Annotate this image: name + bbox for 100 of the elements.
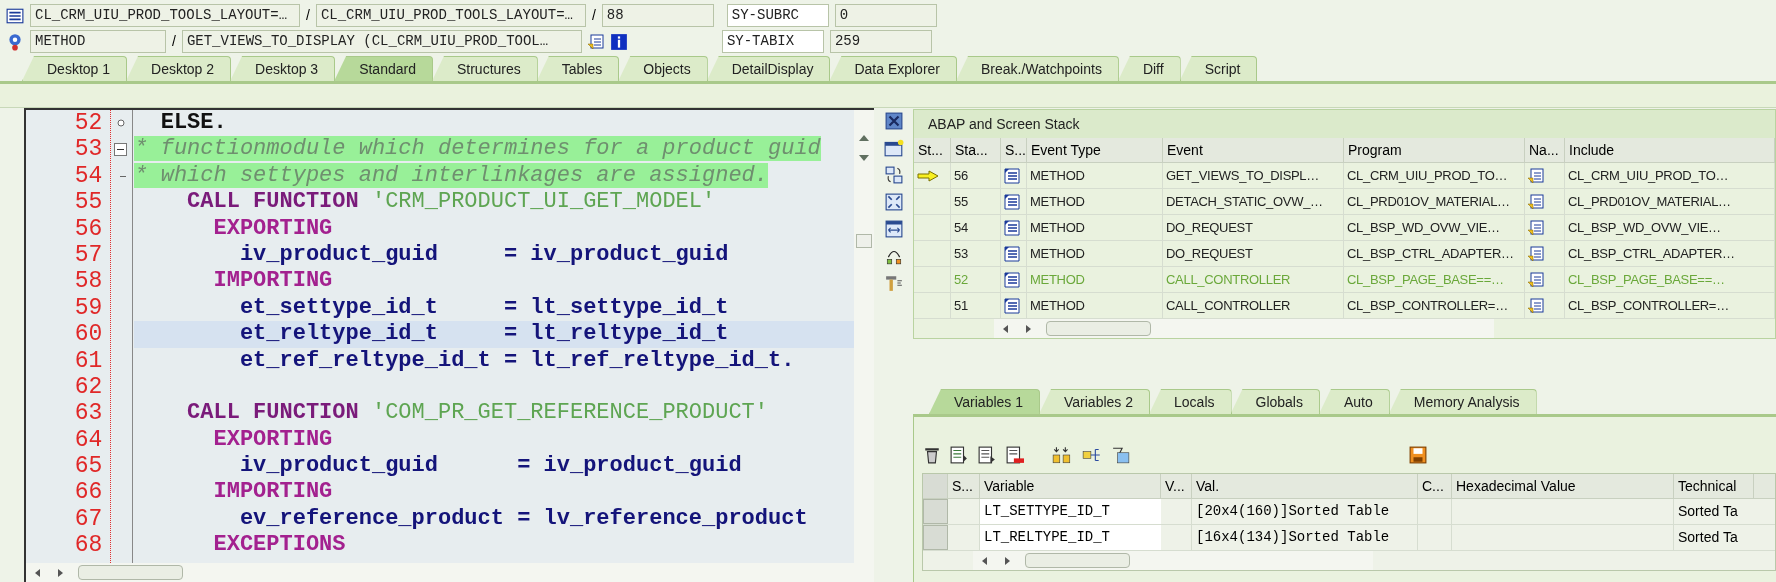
table-cell: METHOD: [1027, 267, 1163, 292]
table-cell: METHOD: [1027, 163, 1163, 188]
column-header[interactable]: S...: [948, 474, 980, 498]
column-header[interactable]: Program: [1344, 138, 1525, 162]
table-cell: CL_BSP_CONTROLLER=…: [1344, 293, 1525, 318]
scroll-thumb[interactable]: [856, 234, 873, 248]
table-cell: CL_BSP_WD_OVW_VIE…: [1344, 215, 1525, 240]
tab[interactable]: Standard: [334, 56, 433, 81]
tab[interactable]: Auto: [1318, 389, 1390, 414]
navigate-icon[interactable]: [1528, 271, 1544, 288]
scroll-thumb[interactable]: [78, 565, 184, 580]
line-number: 62: [73, 373, 104, 401]
line-number: 66: [73, 479, 104, 506]
fullscreen-icon[interactable]: [884, 193, 903, 211]
document-icon: [1004, 219, 1020, 236]
table-cell: METHOD: [1027, 241, 1163, 266]
code-text: et_reltype_id_t = lt_reltype_id_t: [239, 321, 729, 347]
code-editor[interactable]: [24, 108, 875, 582]
program-field: CL_CRM_UIU_PROD_TOOLS_LAYOUT=…: [30, 4, 300, 27]
vertical-scrollbar[interactable]: [854, 110, 875, 563]
column-header[interactable]: Event Type: [1027, 138, 1163, 162]
line-number: 54: [73, 162, 104, 190]
column-header[interactable]: Sta...: [951, 138, 1001, 162]
code-text: CALL FUNCTION: [187, 189, 359, 215]
code-text: et_settype_id_t = lt_settype_id_t: [239, 294, 729, 320]
fit-width-icon[interactable]: [884, 220, 903, 238]
save-icon[interactable]: [1409, 446, 1427, 464]
table-cell: LT_SETTYPE_ID_T: [980, 499, 1161, 524]
column-header[interactable]: C...: [1418, 474, 1452, 498]
system-field-value: 0: [834, 4, 937, 27]
navigate-icon[interactable]: [1528, 167, 1544, 184]
tab[interactable]: Desktop 3: [230, 56, 336, 81]
tab[interactable]: DetailDisplay: [706, 56, 831, 81]
column-header[interactable]: St...: [914, 138, 951, 162]
tab[interactable]: Objects: [618, 56, 708, 81]
tab[interactable]: Structures: [431, 56, 538, 81]
fold-end-icon: [120, 174, 127, 178]
column-header[interactable]: Hexadecimal Value: [1452, 474, 1674, 498]
tab[interactable]: Variables 2: [1039, 389, 1151, 414]
code-text: EXPORTING: [213, 426, 333, 452]
tab[interactable]: Globals: [1230, 389, 1320, 414]
table-cell: 56: [951, 163, 1001, 188]
horizontal-scrollbar[interactable]: [973, 551, 1373, 570]
column-header[interactable]: V...: [1161, 474, 1192, 498]
table-cell: CL_PRD01OV_MATERIAL…: [1344, 189, 1525, 214]
tab[interactable]: Tables: [536, 56, 620, 81]
table-cell: CL_CRM_UIU_PROD_TO…: [1565, 163, 1775, 188]
navigate-icon[interactable]: [1528, 219, 1544, 236]
tools-icon[interactable]: [884, 274, 903, 292]
info-icon[interactable]: [609, 32, 628, 51]
column-header[interactable]: Technical: [1674, 474, 1754, 498]
trash-icon[interactable]: [924, 446, 940, 464]
tab[interactable]: Locals: [1149, 389, 1232, 414]
column-header[interactable]: S...: [1001, 138, 1027, 162]
column-header[interactable]: Include: [1565, 138, 1775, 162]
scroll-thumb[interactable]: [1025, 553, 1130, 568]
list-remove-icon[interactable]: [1006, 446, 1024, 464]
scroll-down-icon[interactable]: [858, 154, 871, 162]
line-number: 53: [73, 136, 104, 163]
column-header[interactable]: Val.: [1192, 474, 1418, 498]
code-text: ELSE.: [160, 110, 227, 135]
column-header[interactable]: Event: [1163, 138, 1344, 162]
document-icon: [1004, 167, 1020, 184]
swap-windows-icon[interactable]: [884, 166, 903, 184]
table-cell: [20x4(160)]Sorted Table: [1192, 499, 1418, 524]
boxes-icon[interactable]: [1052, 446, 1072, 464]
table-cell: CL_CRM_UIU_PROD_TO…: [1344, 163, 1525, 188]
navigate-icon[interactable]: [1528, 193, 1544, 210]
horizontal-scrollbar[interactable]: [994, 319, 1494, 338]
table-cell: CALL_CONTROLLER: [1163, 293, 1344, 318]
filter-icon[interactable]: [1112, 446, 1130, 464]
new-window-icon[interactable]: [883, 139, 904, 157]
tab[interactable]: Diff: [1117, 56, 1181, 81]
structure-icon[interactable]: [1082, 446, 1102, 464]
line-number: 61: [73, 347, 104, 374]
tab[interactable]: Break./Watchpoints: [956, 56, 1119, 81]
navigate-icon[interactable]: [1528, 245, 1544, 262]
edit-list-icon[interactable]: [950, 446, 968, 464]
tab[interactable]: Desktop 1: [22, 56, 128, 81]
tab[interactable]: Variables 1: [929, 389, 1040, 414]
code-text: 'CRM_PRODUCT_UI_GET_MODEL': [371, 189, 716, 215]
column-header[interactable]: Na...: [1525, 138, 1565, 162]
column-header[interactable]: Variable: [980, 474, 1161, 498]
event-field: GET_VIEWS_TO_DISPLAY (CL_CRM_UIU_PROD_TOOL…: [181, 30, 582, 53]
navigate-icon[interactable]: [587, 33, 604, 50]
panel-title: ABAP and Screen Stack: [914, 110, 1775, 138]
close-icon[interactable]: [884, 112, 903, 130]
tab[interactable]: Memory Analysis: [1388, 389, 1537, 414]
table-cell: 51: [951, 293, 1001, 318]
navigate-icon[interactable]: [1528, 297, 1544, 314]
document-icon: [1004, 271, 1020, 288]
scroll-thumb[interactable]: [1046, 321, 1151, 336]
tab[interactable]: Desktop 2: [126, 56, 232, 81]
fold-node-icon: [117, 119, 126, 127]
collapse-icon[interactable]: [114, 143, 128, 157]
tab[interactable]: Data Explorer: [829, 56, 957, 81]
horizontal-scrollbar[interactable]: [26, 563, 875, 582]
tab[interactable]: Script: [1179, 56, 1258, 81]
code-text: ev_reference_product = lv_reference_product: [239, 505, 808, 531]
scroll-up-icon[interactable]: [858, 134, 871, 142]
